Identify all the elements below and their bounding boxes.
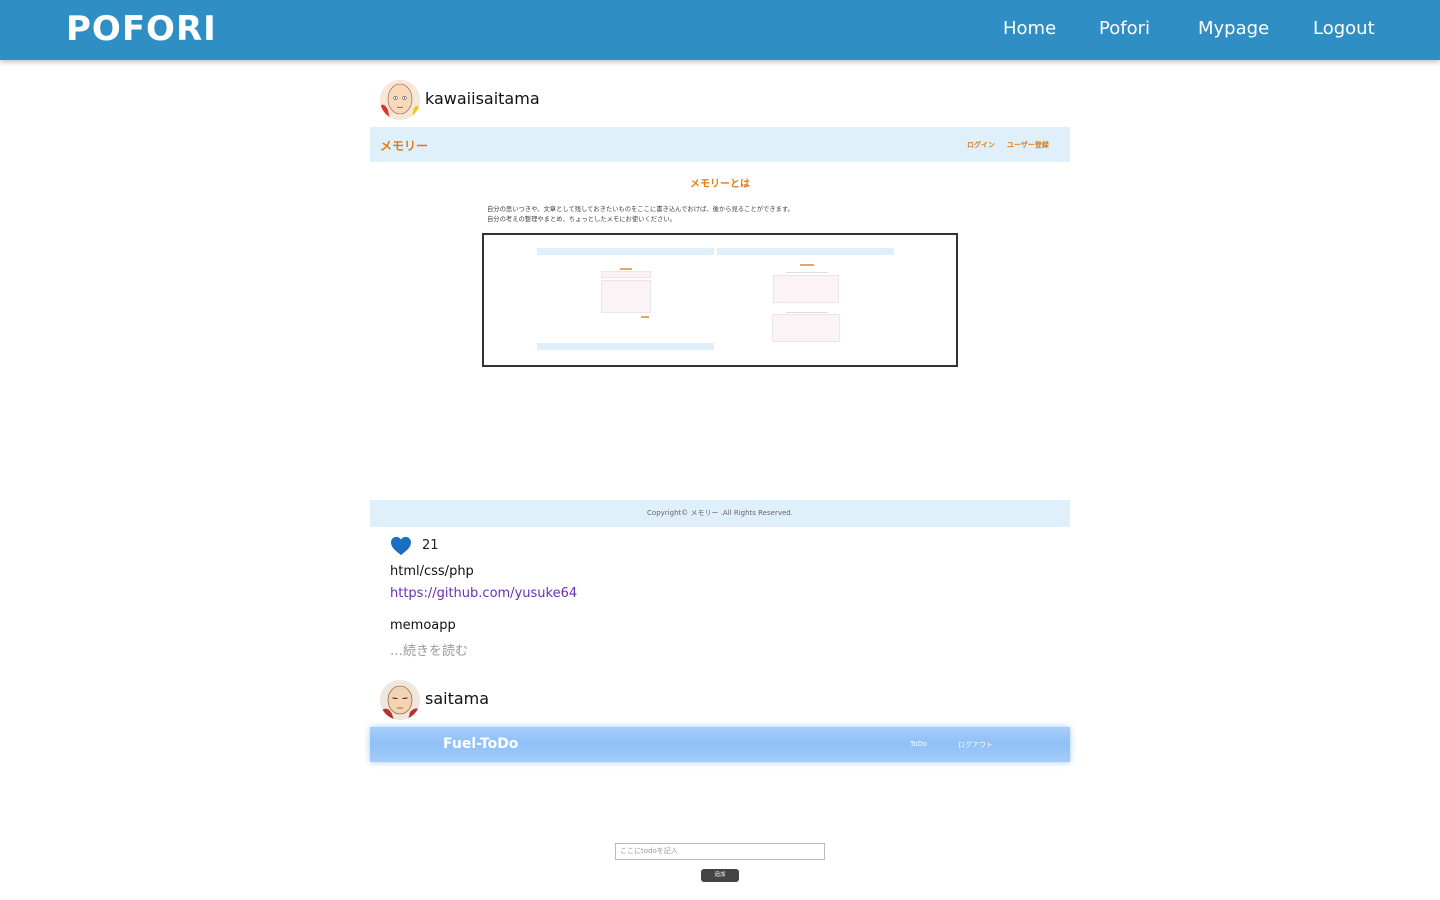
mini-text-block [773, 275, 839, 303]
mini-rule [786, 312, 828, 313]
preview-logout-link: ログアウト [958, 741, 993, 749]
avatar[interactable] [380, 680, 420, 720]
preview-logo: Fuel-ToDo [443, 736, 519, 752]
mini-text-block [772, 314, 840, 342]
post-preview-image[interactable]: Fuel-ToDo ToDo ログアウト ここにtodoを記入 追加 [370, 727, 1070, 900]
post-title: memoapp [390, 618, 456, 633]
preview-login-link: ログイン [967, 141, 995, 149]
heart-icon[interactable] [390, 536, 412, 556]
avatar[interactable] [380, 80, 420, 120]
nav-mypage-link[interactable]: Mypage [1198, 18, 1269, 39]
read-more-link[interactable]: …続きを読む [390, 640, 468, 659]
mini-rule [786, 272, 828, 273]
preview-description: 自分の思いつきや、文章として残しておきたいものをここに書き込んでおけば、後から見… [487, 205, 957, 225]
nav-home-link[interactable]: Home [1003, 18, 1056, 39]
like-count: 21 [422, 538, 439, 553]
mini-header-bar [537, 248, 714, 255]
preview-description-line: 自分の思いつきや、文章として残しておきたいものをここに書き込んでおけば、後から見… [487, 206, 794, 213]
preview-todo-input: ここにtodoを記入 [615, 843, 825, 860]
preview-add-button: 追加 [701, 869, 739, 882]
post-preview-image[interactable]: メモリー ログイン ユーザー登録 メモリーとは 自分の思いつきや、文章として残し… [370, 127, 1070, 527]
preview-register-link: ユーザー登録 [1007, 141, 1049, 149]
preview-header: メモリー ログイン ユーザー登録 [370, 127, 1070, 162]
preview-heading: メモリーとは [690, 179, 750, 190]
preview-description-line: 自分の考えの整理やまとめ、ちょっとしたメモにお使いください。 [487, 216, 676, 223]
mini-heading [800, 264, 814, 266]
mini-button [641, 316, 649, 318]
preview-footer: Copyright© メモリー .All Rights Reserved. [370, 500, 1070, 527]
top-navbar: POFORI Home Pofori Mypage Logout [0, 0, 1440, 60]
github-link[interactable]: https://github.com/yusuke64 [390, 586, 577, 601]
mini-heading [620, 268, 632, 270]
mini-footer-bar [537, 343, 714, 350]
nav-logout-link[interactable]: Logout [1313, 18, 1375, 39]
brand-logo[interactable]: POFORI [66, 9, 217, 49]
username[interactable]: kawaiisaitama [425, 89, 540, 108]
preview-header: Fuel-ToDo ToDo ログアウト [370, 727, 1070, 762]
mini-textarea [601, 280, 651, 313]
preview-logo: メモリー [380, 139, 429, 153]
nav-pofori-link[interactable]: Pofori [1099, 18, 1150, 39]
tech-stack: html/css/php [390, 564, 474, 579]
username[interactable]: saitama [425, 689, 489, 708]
mini-input [601, 271, 651, 278]
preview-todo-link: ToDo [910, 740, 928, 748]
mini-header-bar [717, 248, 894, 255]
preview-demo-screenshot [482, 233, 958, 367]
